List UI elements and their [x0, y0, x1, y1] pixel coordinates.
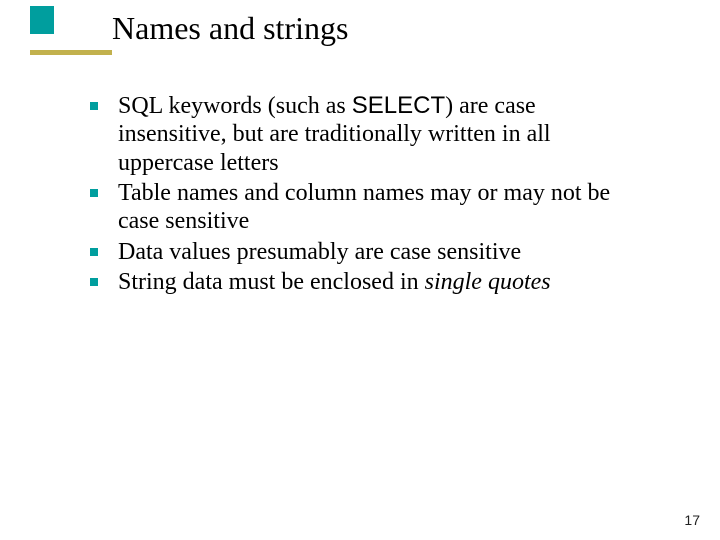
bullet-text: String data must be enclosed in single q…: [118, 268, 551, 296]
slide-title: Names and strings: [112, 10, 348, 47]
bullet-square-icon: [90, 248, 98, 256]
page-number: 17: [684, 512, 700, 528]
body-content: SQL keywords (such as SELECT) are case i…: [90, 92, 650, 298]
code-run: SELECT: [352, 92, 445, 119]
text-run: String data must be enclosed in: [118, 269, 425, 295]
list-item: String data must be enclosed in single q…: [90, 268, 650, 296]
list-item: Data values presumably are case sensitiv…: [90, 238, 650, 266]
accent-bar: [30, 50, 112, 55]
bullet-text: Table names and column names may or may …: [118, 179, 650, 236]
text-run: SQL keywords (such as: [118, 93, 352, 119]
list-item: SQL keywords (such as SELECT) are case i…: [90, 92, 650, 177]
accent-square: [30, 6, 54, 34]
list-item: Table names and column names may or may …: [90, 179, 650, 236]
bullet-text: SQL keywords (such as SELECT) are case i…: [118, 92, 650, 177]
title-area: Names and strings: [0, 0, 720, 60]
bullet-square-icon: [90, 278, 98, 286]
italic-run: single quotes: [425, 269, 551, 295]
bullet-text: Data values presumably are case sensitiv…: [118, 238, 521, 266]
bullet-square-icon: [90, 189, 98, 197]
bullet-square-icon: [90, 102, 98, 110]
